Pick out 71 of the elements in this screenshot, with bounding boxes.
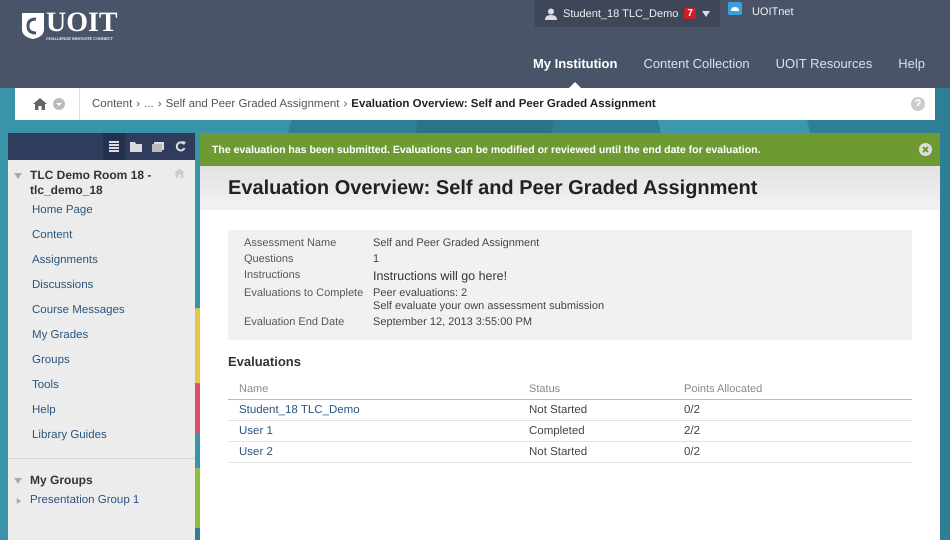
points-cell-text: 0/2 [684,404,701,416]
folder-icon [130,142,142,152]
detail-value: Peer evaluations: 2 [373,287,468,299]
portal-link[interactable]: UOITnet [752,6,794,18]
name-link[interactable]: Student_18 TLC_Demo [239,404,360,416]
course-title[interactable]: TLC Demo Room 18 - tlc_demo_18 [30,168,166,198]
breadcrumb-separator: › [158,98,162,110]
group-link[interactable]: Presentation Group 1 [22,488,140,513]
list-icon [109,141,119,152]
logo-text: UOIT [46,10,118,36]
detail-label: Instructions [244,269,302,283]
refresh-icon [174,141,186,152]
home-icon[interactable] [33,98,47,110]
name-link[interactable]: User 2 [239,446,273,458]
status-cell-text: Not Started [529,446,588,458]
status-cell-text: Completed [529,425,586,437]
column-header: Name [239,383,270,395]
points-cell-text: 2/2 [684,425,701,437]
sidebar-item[interactable]: Groups [8,348,195,373]
expanded-arrow-icon[interactable] [14,172,22,180]
points-cell-text: 0/2 [684,446,701,458]
windows-icon [152,142,164,152]
breadcrumb-link[interactable]: Self and Peer Graded Assignment [166,98,340,110]
sidebar-item[interactable]: Library Guides [8,423,195,448]
detail-value: Instructions will go here! [373,269,508,283]
sidebar-item[interactable]: Content [8,223,195,248]
column-header: Status [529,383,562,395]
list-view-button[interactable] [103,133,125,160]
breadcrumb-link[interactable]: Content [92,98,132,110]
dropdown-icon[interactable] [53,98,65,110]
detail-value: Self and Peer Graded Assignment [373,237,540,249]
detail-label: Evaluation End Date [244,316,346,328]
sidebar-item[interactable]: Tools [8,373,195,398]
breadcrumb-link[interactable]: ... [144,98,154,110]
user-menu[interactable]: Student_18 TLC_Demo 7 [535,0,720,27]
close-icon[interactable] [919,143,932,156]
caret-icon [702,10,710,16]
page-title: Evaluation Overview: Self and Peer Graded Assignment [228,176,758,200]
section-heading: Evaluations [228,354,302,369]
detail-label: Assessment Name [244,237,338,249]
user-name: Student_18 TLC_Demo [563,8,678,20]
group-section-title[interactable]: My Groups [30,473,185,488]
notification-badge: 7 [684,8,696,19]
nav-tab[interactable]: Content Collection [630,56,763,88]
nav-tab[interactable]: Help [885,56,938,88]
nav-tab[interactable]: My Institution [520,56,630,88]
detail-label: Evaluations to Complete [244,287,364,301]
expanded-arrow-icon[interactable] [14,477,22,485]
sidebar-item[interactable]: Discussions [8,273,195,298]
sidebar-item[interactable]: Help [8,398,195,423]
user-icon [545,8,557,20]
sidebar-item[interactable]: Course Messages [8,298,195,323]
status-cell-text: Not Started [529,404,588,416]
logo-shield-icon [22,12,44,38]
breadcrumb-current: Evaluation Overview: Self and Peer Graded Assignment [351,98,656,110]
name-link[interactable]: User 1 [239,425,273,437]
help-icon[interactable] [911,97,925,111]
sidebar-item[interactable]: Assignments [8,248,195,273]
detail-value: 1 [373,253,380,265]
detail-value: September 12, 2013 3:55:00 PM [373,316,532,328]
sidebar-item[interactable]: Home Page [8,198,195,223]
detail-label: Questions [244,253,295,265]
banner-message: The evaluation has been submitted. Evaluations can be modified or reviewed until the end date for evaluation. [212,144,760,156]
detail-value: Self evaluate your own assessment submission [373,300,604,312]
breadcrumb-separator: › [343,98,348,110]
collapsed-arrow-icon[interactable] [16,496,22,504]
column-header: Points Allocated [684,383,764,395]
nav-tab[interactable]: UOIT Resources [762,56,886,88]
cloud-icon [728,2,742,15]
breadcrumb-separator: › [136,98,140,110]
sidebar-item[interactable]: My Grades [8,323,195,348]
